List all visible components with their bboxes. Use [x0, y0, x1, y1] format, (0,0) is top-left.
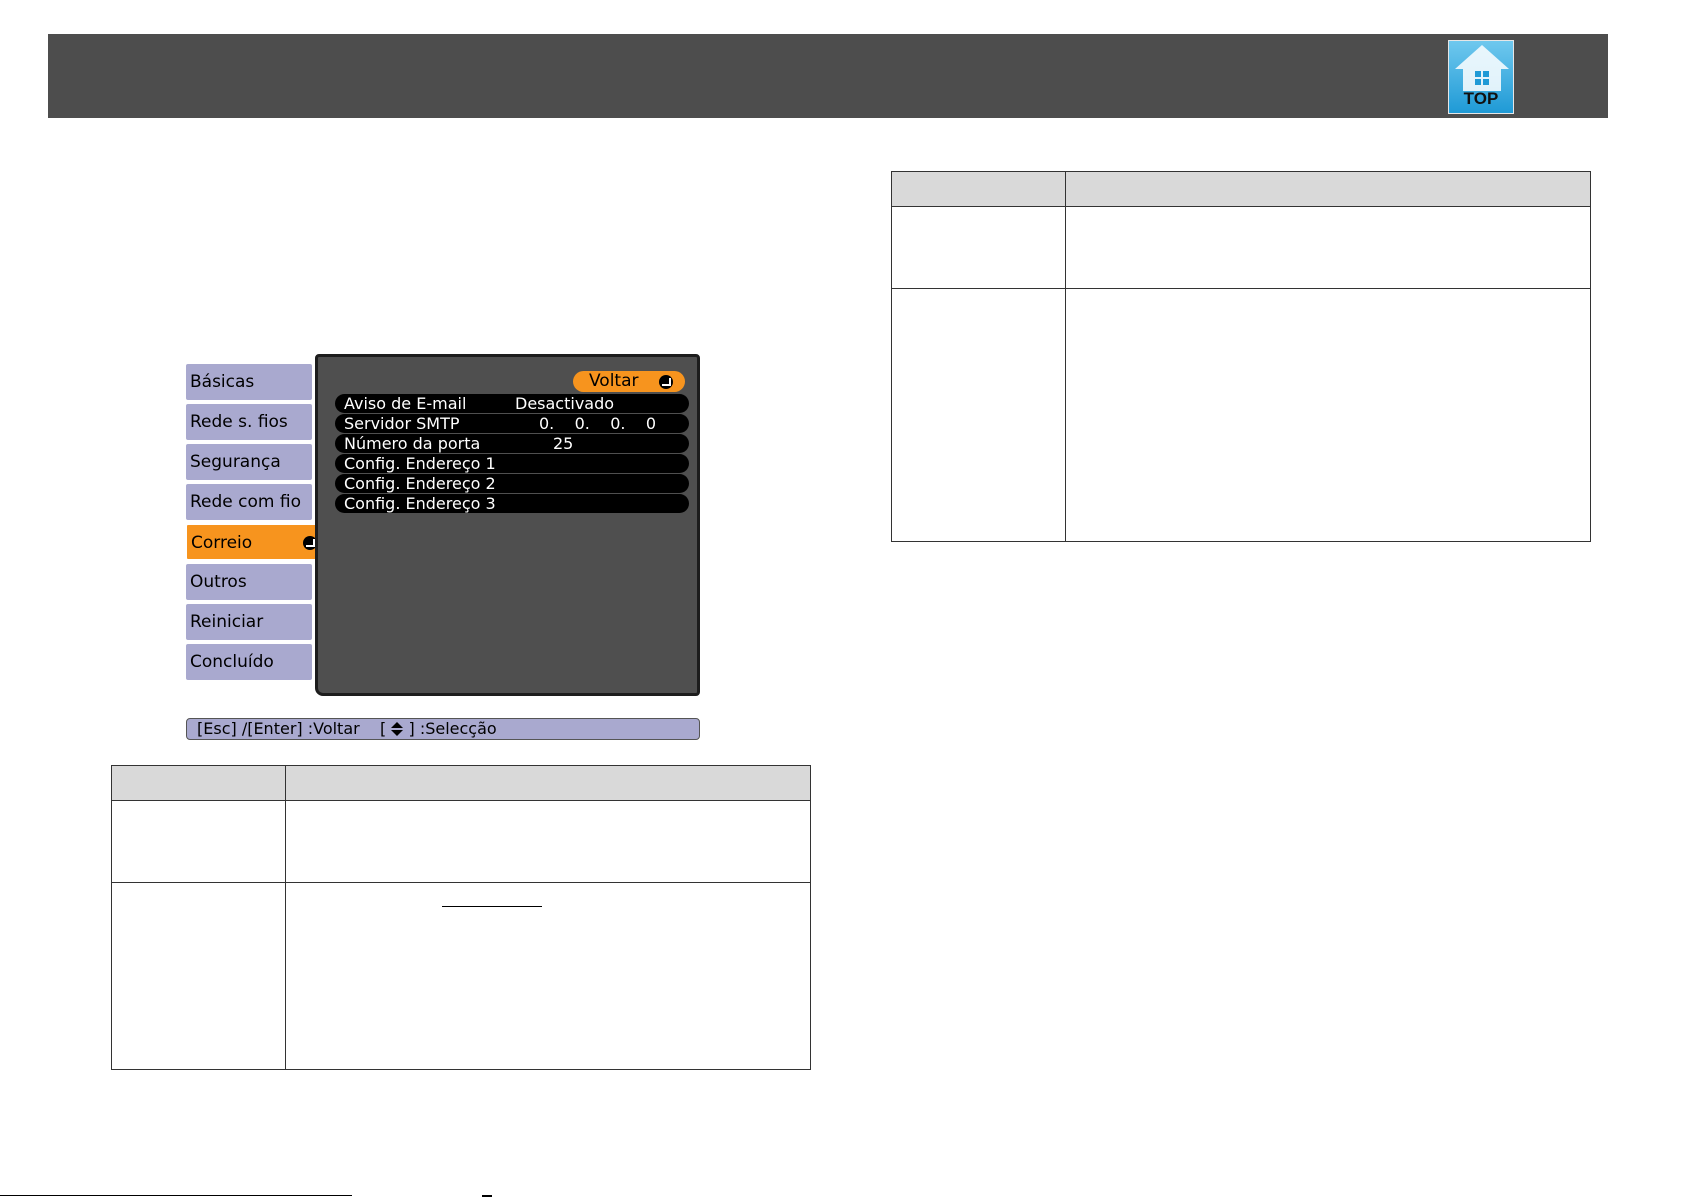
menu-row-address-3[interactable]: Config. Endereço 3	[335, 494, 689, 513]
footer-rule	[0, 1195, 352, 1196]
table-header-cell	[111, 765, 286, 801]
sidebar-item-rede-s-fios[interactable]: Rede s. fios	[186, 404, 312, 440]
row-value: 0. 0. 0. 0	[539, 414, 657, 433]
table-header-row	[891, 171, 1591, 207]
row-label: Aviso de E-mail	[344, 394, 467, 413]
sidebar-item-outros[interactable]: Outros	[186, 564, 312, 600]
table-row	[111, 800, 811, 883]
menu-row-address-2[interactable]: Config. Endereço 2	[335, 474, 689, 493]
status-bar: [Esc] /[Enter] :Voltar [ ] :Selecção	[186, 718, 700, 740]
row-label: Config. Endereço 3	[344, 494, 496, 513]
table-header-row	[111, 765, 811, 801]
header-bar	[48, 34, 1608, 118]
row-value: Desactivado	[515, 394, 615, 413]
status-bracket-open: [	[380, 719, 387, 738]
sidebar-item-label: Básicas	[190, 372, 255, 392]
sidebar-item-rede-com-fio[interactable]: Rede com fio	[186, 484, 312, 520]
status-selection: ] :Selecção	[408, 719, 497, 738]
sidebar-item-label: Rede com fio	[190, 492, 301, 512]
sidebar-item-label: Reiniciar	[190, 612, 264, 632]
settings-panel: Voltar Aviso de E-mail Desactivado Servi…	[315, 354, 700, 696]
up-down-arrow-icon	[391, 722, 404, 736]
right-table	[891, 171, 1591, 542]
table-cell	[111, 800, 286, 883]
top-button-label: TOP	[1463, 89, 1499, 108]
table-cell	[1065, 288, 1591, 542]
sidebar-item-label: Correio	[191, 533, 253, 553]
row-value: 25	[553, 434, 574, 453]
menu-row-email-notice[interactable]: Aviso de E-mail Desactivado	[335, 394, 689, 413]
sidebar-item-concluido[interactable]: Concluído	[186, 644, 312, 680]
row-label: Número da porta	[344, 434, 481, 453]
menu-row-address-1[interactable]: Config. Endereço 1	[335, 454, 689, 473]
top-button[interactable]: TOP	[1448, 40, 1514, 114]
left-table	[111, 765, 811, 1070]
row-label: Config. Endereço 1	[344, 454, 496, 473]
table-cell	[1065, 206, 1591, 289]
table-header-cell	[1065, 171, 1591, 207]
table-cell	[285, 800, 811, 883]
enter-icon	[659, 375, 673, 389]
menu-row-smtp-server[interactable]: Servidor SMTP 0. 0. 0. 0	[335, 414, 689, 433]
table-row	[891, 206, 1591, 289]
table-cell	[285, 882, 811, 1070]
sidebar-item-label: Concluído	[190, 652, 274, 672]
projector-menu: Básicas Rede s. fios Segurança Rede com …	[180, 352, 700, 744]
sidebar-item-label: Outros	[190, 572, 247, 592]
sidebar-item-seguranca[interactable]: Segurança	[186, 444, 312, 480]
row-label: Servidor SMTP	[344, 414, 460, 433]
menu-row-port-number[interactable]: Número da porta 25	[335, 434, 689, 453]
row-label: Config. Endereço 2	[344, 474, 496, 493]
status-esc-enter: [Esc] /[Enter] :Voltar	[197, 719, 360, 738]
sidebar-item-reiniciar[interactable]: Reiniciar	[186, 604, 312, 640]
sidebar-item-correio[interactable]: Correio	[186, 524, 324, 560]
sidebar-item-label: Rede s. fios	[190, 412, 288, 432]
table-header-cell	[285, 765, 811, 801]
sidebar-item-label: Segurança	[190, 452, 281, 472]
back-button-label: Voltar	[589, 371, 639, 391]
table-cell	[111, 882, 286, 1070]
table-row	[111, 882, 811, 1070]
table-cell	[891, 288, 1066, 542]
sidebar-item-basicas[interactable]: Básicas	[186, 364, 312, 400]
table-row	[891, 288, 1591, 542]
underline-link[interactable]	[442, 906, 542, 907]
back-button[interactable]: Voltar	[573, 371, 685, 392]
table-header-cell	[891, 171, 1066, 207]
table-cell	[891, 206, 1066, 289]
